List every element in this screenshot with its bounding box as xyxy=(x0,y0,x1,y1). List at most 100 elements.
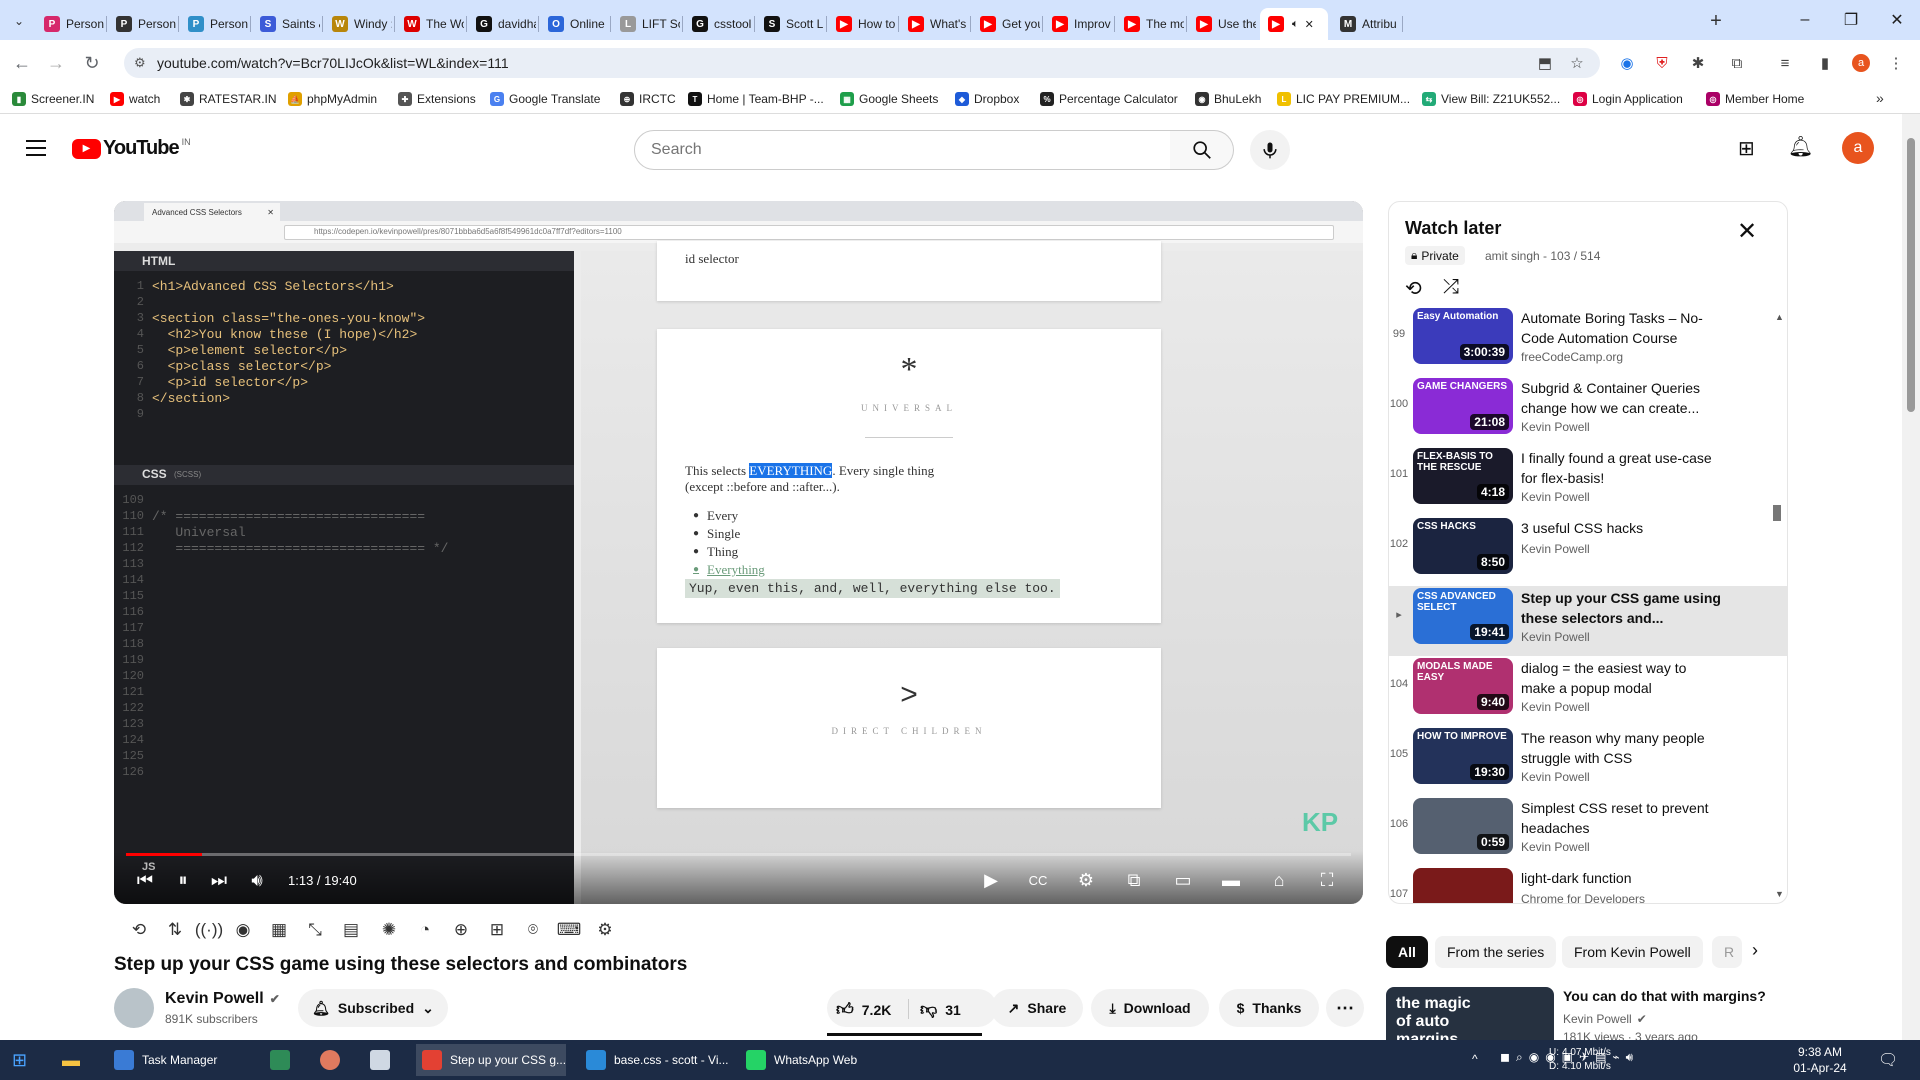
file-explorer-icon[interactable]: ▬ xyxy=(62,1044,80,1076)
back-icon[interactable]: ← xyxy=(8,49,36,77)
resize-icon[interactable]: ⤡ xyxy=(302,918,328,942)
clapperboard-icon[interactable]: ▦ xyxy=(266,918,292,942)
eye-icon[interactable]: ◉ xyxy=(230,918,256,942)
bookmark-item[interactable]: L LIC PAY PREMIUM... xyxy=(1277,92,1410,106)
filter-chip[interactable]: All xyxy=(1386,936,1428,968)
playlist-thumbnail[interactable]: GAME CHANGERS 21:08 xyxy=(1413,378,1513,434)
notifications-icon[interactable]: 🗨︎ xyxy=(1878,1050,1898,1070)
minimize-icon[interactable]: – xyxy=(1782,0,1828,40)
scroll-down-icon[interactable]: ▼ xyxy=(1775,889,1784,899)
like-button[interactable]: 👍︎ 7.2K xyxy=(836,999,891,1020)
more-actions-button[interactable]: ⋯ xyxy=(1326,989,1364,1027)
cast-icon[interactable]: ⌂ xyxy=(1264,865,1294,895)
loop-playlist-icon[interactable]: ⟲ xyxy=(1405,276,1422,301)
playlist-item[interactable]: 106 0:59 Simplest CSS reset to prevent hea… xyxy=(1389,796,1787,866)
download-button[interactable]: ⤓ Download xyxy=(1091,989,1209,1027)
spin-icon[interactable]: ✺ xyxy=(376,918,402,942)
pause-icon[interactable]: ⏸ xyxy=(168,865,198,895)
taskbar-app[interactable]: WhatsApp Web xyxy=(740,1044,880,1076)
page-scrollbar-thumb[interactable] xyxy=(1907,138,1915,412)
notepad-app-icon[interactable] xyxy=(370,1044,398,1076)
subscribed-button[interactable]: 🔔︎ Subscribed ⌄ xyxy=(298,989,448,1027)
bug-extension-icon[interactable]: ✱ xyxy=(1688,53,1708,73)
chips-next-icon[interactable]: › xyxy=(1752,940,1758,961)
browser-tab[interactable]: ▶ What's xyxy=(900,8,968,40)
spreadsheet-app-icon[interactable] xyxy=(270,1044,298,1076)
playlist-thumbnail[interactable]: 0:35 xyxy=(1413,868,1513,903)
bookmark-item[interactable]: ◆ Dropbox xyxy=(955,92,1019,106)
search-button[interactable] xyxy=(1170,130,1234,170)
dislike-button[interactable]: 👎︎ 31 xyxy=(920,999,961,1020)
scroll-up-icon[interactable]: ▲ xyxy=(1775,312,1784,322)
playlist-item[interactable]: 100 GAME CHANGERS 21:08 Subgrid & Container… xyxy=(1389,376,1787,446)
bookmark-item[interactable]: % Percentage Calculator xyxy=(1040,92,1178,106)
video-player[interactable]: Advanced CSS Selectors ✕ https://codepen.… xyxy=(114,201,1363,904)
filter-chip[interactable]: From Kevin Powell xyxy=(1562,936,1703,968)
camera-icon[interactable]: ⌾ xyxy=(520,918,546,942)
browser-tab[interactable]: ▶ Get you xyxy=(972,8,1040,40)
bookmark-item[interactable]: ▶ watch xyxy=(110,92,160,106)
clock[interactable]: 9:38 AM 01-Apr-24 xyxy=(1780,1044,1860,1076)
playlist-item[interactable]: ▸ CSS ADVANCED SELECT 19:41 Step up your CS… xyxy=(1389,586,1787,656)
browser-tab[interactable]: ▶ How to xyxy=(828,8,896,40)
gamepad-icon[interactable]: ⊕ xyxy=(448,918,474,942)
browser-tab[interactable]: ▶ Use the xyxy=(1188,8,1256,40)
playlist-item[interactable]: 104 MODALS MADE EASY 9:40 dialog = the easi… xyxy=(1389,656,1787,726)
browser-tab[interactable]: P Persona xyxy=(180,8,248,40)
browser-tab[interactable]: M Attribu xyxy=(1332,8,1400,40)
playlist-thumbnail[interactable]: MODALS MADE EASY 9:40 xyxy=(1413,658,1513,714)
bookmark-item[interactable]: ◎ Member Home xyxy=(1706,92,1804,106)
browser-tab[interactable]: O Online I xyxy=(540,8,608,40)
add-icon[interactable]: ⊞ xyxy=(484,918,510,942)
bookmark-item[interactable]: ✚ Extensions xyxy=(398,92,476,106)
broadcast-icon[interactable]: ((·)) xyxy=(195,918,223,942)
more-bookmarks-icon[interactable]: » xyxy=(1876,90,1884,106)
create-video-icon[interactable]: ⊞ xyxy=(1738,136,1755,161)
playlist-thumbnail[interactable]: CSS ADVANCED SELECT 19:41 xyxy=(1413,588,1513,644)
browser-tab[interactable]: ▶ 🔈︎ ✕ xyxy=(1260,8,1328,40)
theater-mode-icon[interactable]: ▭ xyxy=(1168,865,1198,895)
browser-tab[interactable]: W The Wo xyxy=(396,8,464,40)
wide-mode-icon[interactable]: ▬ xyxy=(1216,865,1246,895)
progress-bar[interactable] xyxy=(126,853,1351,856)
site-info-icon[interactable]: ⚙ xyxy=(134,55,146,71)
browser-tab[interactable]: P Persona xyxy=(108,8,176,40)
related-title[interactable]: You can do that with margins? xyxy=(1563,988,1766,1004)
bookmark-star-icon[interactable]: ☆ xyxy=(1567,53,1587,73)
extensions-puzzle-icon[interactable]: ⧉ xyxy=(1727,53,1747,73)
tab-search-button[interactable]: ⌄ xyxy=(8,10,30,32)
tray-icons[interactable]: ◼ ⌕ ◉ ◉ ▣ ✈ ▤ ⌁ 🔊︎ xyxy=(1500,1050,1660,1070)
close-window-icon[interactable]: ✕ xyxy=(1874,0,1920,40)
search-input[interactable] xyxy=(634,130,1171,170)
browser-tab[interactable]: P Persona xyxy=(36,8,104,40)
bookmark-item[interactable]: ▮ Screener.IN xyxy=(12,92,94,106)
avatar-app-icon[interactable] xyxy=(320,1044,348,1076)
start-icon[interactable]: ⊞ xyxy=(12,1044,27,1076)
browser-tab[interactable]: S Saints & xyxy=(252,8,320,40)
browser-tab[interactable]: W Windy : xyxy=(324,8,392,40)
bookmark-item[interactable]: ◉ BhuLekh xyxy=(1195,92,1261,106)
menu-icon[interactable] xyxy=(24,136,48,160)
reload-icon[interactable]: ↻ xyxy=(78,49,106,77)
playlist-thumbnail[interactable]: FLEX-BASIS TO THE RESCUE 4:18 xyxy=(1413,448,1513,504)
playlist-item[interactable]: 107 0:35 light-dark function Chrome for Dev… xyxy=(1389,866,1787,903)
bookmark-item[interactable]: ⛵ phpMyAdmin xyxy=(288,92,377,106)
miniplayer-icon[interactable]: ⧉ xyxy=(1119,865,1149,895)
keyboard-icon[interactable]: ⌨ xyxy=(556,918,582,942)
subtitles-icon[interactable]: CC xyxy=(1023,865,1053,895)
bookmark-item[interactable]: ⇆ View Bill: Z21UK552... xyxy=(1422,92,1560,106)
related-thumbnail[interactable]: the magic of auto margins xyxy=(1386,987,1554,1040)
page-scrollbar[interactable] xyxy=(1902,114,1920,1040)
toolbar-settings-icon[interactable]: ⚙ xyxy=(592,918,618,942)
new-tab-icon[interactable]: + xyxy=(1704,9,1728,33)
channel-avatar[interactable] xyxy=(114,988,154,1028)
bookmark-item[interactable]: ⊕ IRCTC xyxy=(620,92,676,106)
browser-tab[interactable]: Gcsstool xyxy=(684,8,752,40)
settings-gear-icon[interactable]: ⚙ xyxy=(1071,865,1101,895)
playlist-thumbnail[interactable]: 0:59 xyxy=(1413,798,1513,854)
playlist-item[interactable]: 101 FLEX-BASIS TO THE RESCUE 4:18 I finally… xyxy=(1389,446,1787,516)
extension-icon[interactable]: ◉ xyxy=(1617,53,1637,73)
chrome-menu-icon[interactable]: ⋮ xyxy=(1886,53,1906,73)
taskbar-app[interactable]: Step up your CSS g... xyxy=(416,1044,566,1076)
bookmark-item[interactable]: ✱ RATESTAR.IN xyxy=(180,92,277,106)
